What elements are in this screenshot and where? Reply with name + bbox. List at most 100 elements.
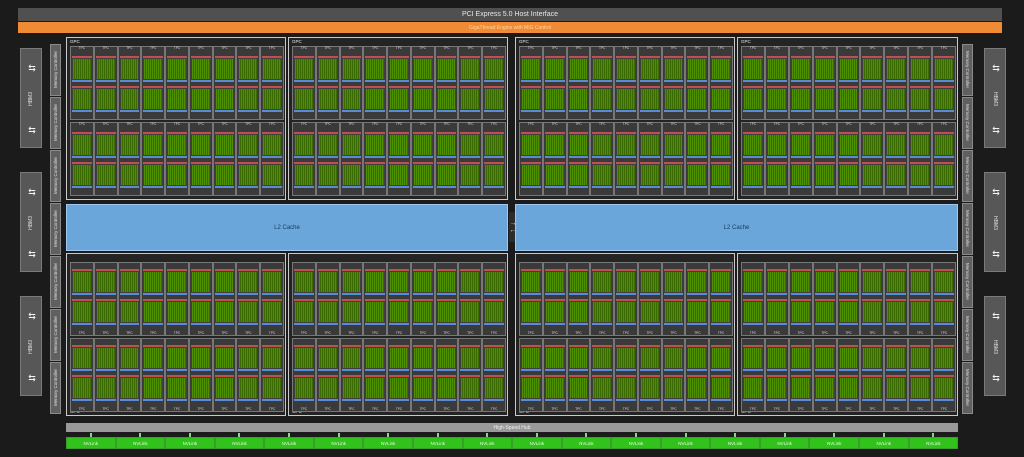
sm-unit — [214, 132, 235, 158]
sm-warp-scheduler — [886, 56, 907, 58]
sm-unit — [484, 162, 504, 188]
sm-unit — [317, 345, 338, 371]
sm-warp-scheduler — [639, 132, 660, 134]
sm-warp-scheduler — [365, 86, 386, 88]
sm-unit — [616, 56, 636, 82]
sm-unit — [484, 269, 504, 295]
sm-l1-cache — [568, 293, 589, 295]
sm-cuda-cores — [593, 59, 612, 79]
tpc-label: TPC — [893, 330, 900, 335]
sm-warp-scheduler — [521, 375, 541, 377]
mc-label: Memory Controller — [965, 263, 970, 301]
sm-l1-cache — [190, 156, 211, 158]
sm-l1-cache — [72, 323, 92, 325]
sm-warp-scheduler — [460, 56, 481, 58]
l2-cache-left: L2 Cache — [66, 204, 508, 251]
sm-warp-scheduler — [238, 345, 259, 347]
tpc-block: TPC — [542, 338, 567, 412]
sm-unit — [214, 56, 235, 82]
sm-l1-cache — [317, 323, 338, 325]
sm-l1-cache — [886, 156, 907, 158]
nvlink-label: NVLink — [182, 440, 198, 446]
sm-warp-scheduler — [262, 86, 282, 88]
sm-cuda-cores — [569, 348, 588, 368]
sm-cuda-cores — [545, 165, 564, 185]
sm-l1-cache — [143, 110, 164, 112]
sm-unit — [711, 86, 731, 112]
hub-label: High-Speed Hub — [493, 424, 531, 431]
sm-cuda-cores — [569, 272, 588, 292]
sm-warp-scheduler — [262, 269, 282, 271]
sm-l1-cache — [616, 323, 636, 325]
sm-l1-cache — [389, 293, 409, 295]
sm-unit — [790, 375, 811, 401]
sm-warp-scheduler — [238, 299, 259, 301]
sm-unit — [341, 299, 362, 325]
tpc-block: TPC — [590, 122, 615, 196]
tpc-label: TPC — [694, 46, 701, 50]
sm-unit — [238, 162, 259, 188]
sm-warp-scheduler — [317, 86, 338, 88]
sm-l1-cache — [616, 369, 636, 371]
memory-controller: Memory Controller — [962, 309, 973, 361]
sm-warp-scheduler — [544, 56, 565, 58]
sm-unit — [711, 162, 731, 188]
sm-warp-scheduler — [317, 56, 338, 58]
tpc-block: TPC — [812, 338, 837, 412]
memory-controller: Memory Controller — [962, 203, 973, 255]
tpc-block: TPC — [741, 338, 765, 412]
gigathread-label: GigaThread Engine with MIG Control — [469, 24, 551, 31]
tpc-label: TPC — [221, 330, 228, 335]
nvlink-label: NVLink — [628, 440, 644, 446]
sm-unit — [886, 132, 907, 158]
sm-warp-scheduler — [544, 132, 565, 134]
tpc-block: TPC — [812, 122, 837, 196]
sm-l1-cache — [460, 369, 481, 371]
sm-l1-cache — [436, 399, 457, 401]
sm-warp-scheduler — [72, 56, 92, 58]
tpc-block: TPC — [685, 262, 710, 336]
sm-cuda-cores — [215, 165, 234, 185]
sm-l1-cache — [72, 186, 92, 188]
sm-unit — [862, 56, 883, 82]
sm-warp-scheduler — [365, 299, 386, 301]
sm-warp-scheduler — [814, 86, 835, 88]
sm-cuda-cores — [413, 302, 432, 322]
sm-l1-cache — [790, 110, 811, 112]
sm-cuda-cores — [144, 378, 163, 398]
sm-cuda-cores — [767, 59, 786, 79]
tpc-label: TPC — [324, 330, 331, 335]
sm-cuda-cores — [712, 165, 730, 185]
tpc-label: TPC — [197, 406, 204, 411]
tpc-label: TPC — [395, 46, 403, 50]
sm-unit — [143, 345, 164, 371]
sm-cuda-cores — [791, 59, 810, 79]
sm-unit — [544, 269, 565, 295]
tpc-label: TPC — [197, 122, 204, 126]
sm-l1-cache — [262, 323, 282, 325]
sm-unit — [262, 56, 282, 82]
sm-warp-scheduler — [190, 132, 211, 134]
sm-unit — [790, 56, 811, 82]
sm-cuda-cores — [569, 165, 588, 185]
sm-l1-cache — [214, 186, 235, 188]
sm-warp-scheduler — [934, 162, 954, 164]
sm-cuda-cores — [413, 165, 432, 185]
sm-cuda-cores — [413, 378, 432, 398]
tpc-label: TPC — [797, 406, 804, 411]
sm-warp-scheduler — [934, 299, 954, 301]
sm-l1-cache — [119, 369, 140, 371]
nvlink-label: NVLink — [727, 440, 743, 446]
sm-cuda-cores — [96, 272, 115, 292]
sm-unit — [262, 269, 282, 295]
sm-unit — [238, 86, 259, 112]
tpc-label: TPC — [467, 330, 474, 335]
sm-warp-scheduler — [592, 86, 613, 88]
sm-cuda-cores — [485, 89, 503, 109]
sm-l1-cache — [412, 323, 433, 325]
tpc-label: TPC — [324, 406, 331, 411]
sm-warp-scheduler — [766, 375, 787, 377]
sm-unit — [460, 132, 481, 158]
sm-l1-cache — [639, 293, 660, 295]
sm-cuda-cores — [413, 89, 432, 109]
